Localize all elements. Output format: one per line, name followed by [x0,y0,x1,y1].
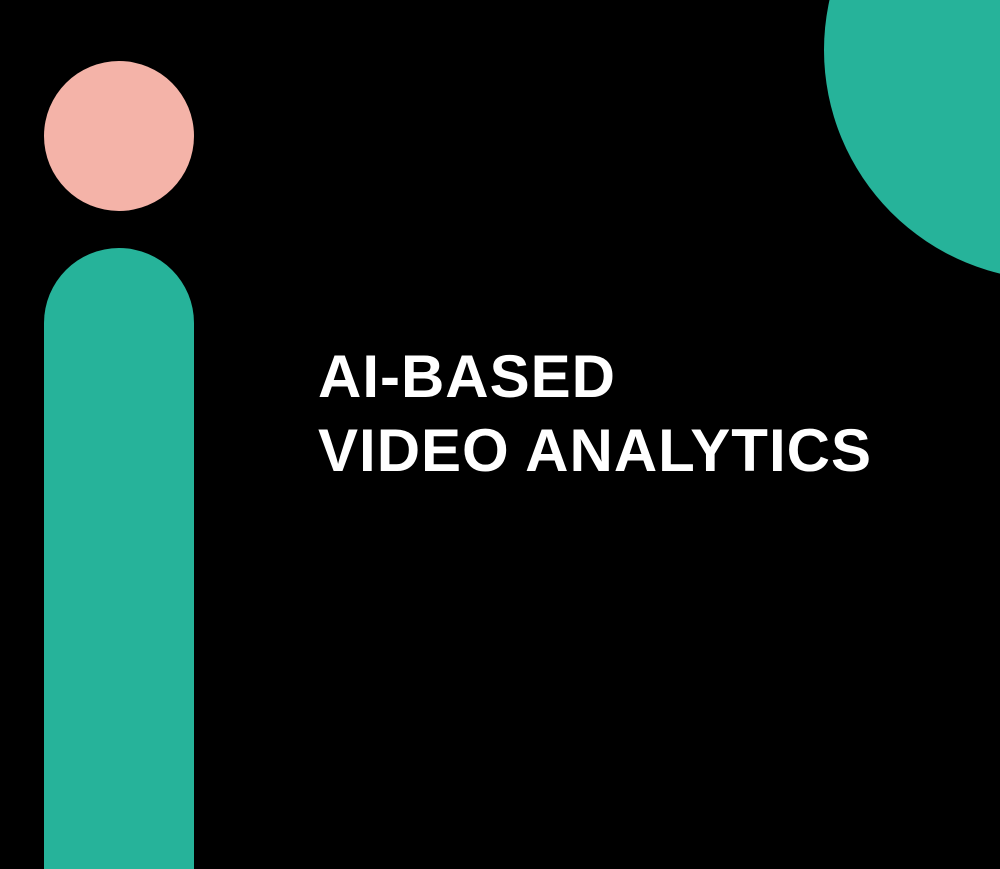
teal-stem-bar [44,248,194,869]
headline-line-1: AI-BASED [318,343,617,410]
pink-dot-circle [44,61,194,211]
headline-line-2: VIDEO ANALYTICS [318,417,872,484]
teal-corner-circle [824,0,1000,280]
title-card: AI-BASED VIDEO ANALYTICS [0,0,1000,869]
headline: AI-BASED VIDEO ANALYTICS [318,340,872,488]
